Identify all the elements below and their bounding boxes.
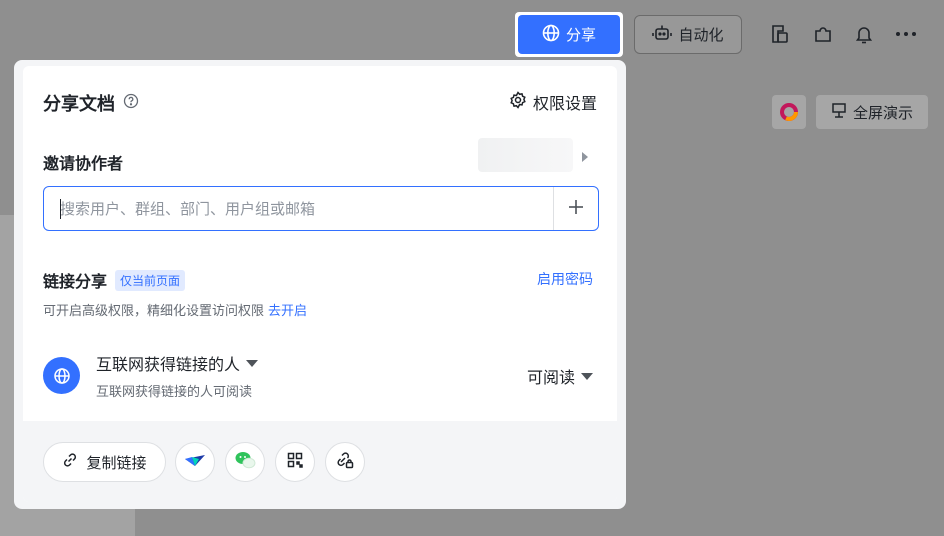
permission-settings-label: 权限设置 bbox=[532, 94, 597, 113]
link-permission-dropdown[interactable]: 可阅读 bbox=[527, 364, 593, 388]
link-permission-label: 可阅读 bbox=[526, 368, 575, 387]
share-settings-button[interactable] bbox=[325, 442, 365, 482]
search-field[interactable] bbox=[43, 186, 599, 231]
link-share-header: 链接分享 仅当前页面 bbox=[43, 268, 186, 292]
qr-code-button[interactable] bbox=[275, 442, 315, 482]
copy-link-button[interactable]: 复制链接 bbox=[43, 442, 166, 482]
share-button-label: 分享 bbox=[565, 26, 596, 44]
caret-down-icon bbox=[581, 372, 593, 380]
panel-header: 分享文档 bbox=[43, 90, 139, 116]
collaborator-avatars[interactable] bbox=[478, 138, 573, 172]
link-scope-label: 互联网获得链接的人 bbox=[96, 355, 241, 374]
share-to-wechat-button[interactable] bbox=[225, 442, 265, 482]
fullscreen-present-button[interactable]: 全屏演示 bbox=[816, 95, 928, 129]
wechat-icon bbox=[234, 450, 256, 474]
caret-down-icon bbox=[246, 359, 259, 367]
search-input[interactable] bbox=[44, 187, 553, 230]
text-cursor bbox=[60, 199, 61, 219]
share-panel-body: 分享文档 权限设置 邀请协作者 搜索用户、群组、部门、用户组或邮箱 链接分享 仅… bbox=[23, 66, 617, 502]
share-panel: 分享文档 权限设置 邀请协作者 搜索用户、群组、部门、用户组或邮箱 链接分享 仅… bbox=[14, 60, 626, 509]
advanced-permission-hint: 可开启高级权限，精细化设置访问权限 去开启 bbox=[43, 300, 307, 319]
plugin-icon[interactable] bbox=[811, 22, 835, 46]
fullscreen-label: 全屏演示 bbox=[852, 103, 913, 122]
robot-icon bbox=[652, 24, 673, 46]
more-icon[interactable] bbox=[894, 22, 918, 46]
copy-link-label: 复制链接 bbox=[86, 453, 147, 472]
link-icon bbox=[62, 452, 78, 472]
globe-icon bbox=[43, 357, 80, 394]
link-scope-dropdown[interactable]: 互联网获得链接的人 bbox=[96, 351, 259, 375]
share-button[interactable]: 分享 bbox=[515, 12, 623, 57]
enable-password-link[interactable]: 启用密码 bbox=[537, 269, 593, 289]
automation-button-label: 自动化 bbox=[678, 26, 724, 44]
doc-outline-icon[interactable] bbox=[768, 22, 792, 46]
invite-label: 邀请协作者 bbox=[43, 154, 124, 173]
permission-settings-button[interactable]: 权限设置 bbox=[509, 90, 597, 114]
qr-code-icon bbox=[287, 452, 303, 472]
automation-button[interactable]: 自动化 bbox=[634, 15, 742, 54]
globe-icon bbox=[542, 24, 560, 46]
advanced-hint-text: 可开启高级权限，精细化设置访问权限 bbox=[43, 304, 265, 319]
link-share-label: 链接分享 bbox=[43, 272, 108, 291]
link-lock-icon bbox=[336, 451, 354, 473]
scope-badge: 仅当前页面 bbox=[115, 269, 186, 291]
lark-icon bbox=[184, 451, 206, 473]
help-icon[interactable] bbox=[123, 93, 139, 113]
top-bar bbox=[0, 0, 944, 60]
presentation-icon bbox=[831, 102, 847, 122]
link-scope-description: 互联网获得链接的人可阅读 bbox=[96, 385, 253, 400]
enable-advanced-link[interactable]: 去开启 bbox=[268, 304, 307, 319]
bell-icon[interactable] bbox=[852, 22, 876, 46]
plus-icon bbox=[568, 199, 584, 219]
gear-icon bbox=[509, 91, 527, 113]
ai-assistant-icon[interactable] bbox=[772, 95, 806, 129]
panel-title: 分享文档 bbox=[43, 94, 115, 115]
share-to-lark-button[interactable] bbox=[175, 442, 215, 482]
add-collaborator-button[interactable] bbox=[553, 187, 598, 230]
chevron-right-icon[interactable] bbox=[581, 148, 589, 167]
